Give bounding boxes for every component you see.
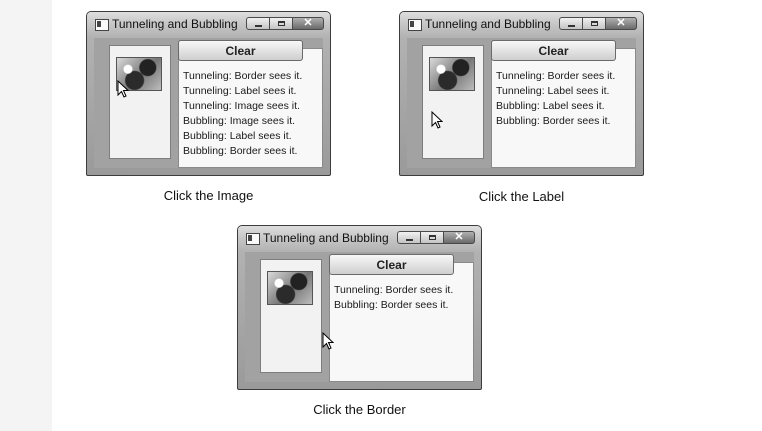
- clear-button[interactable]: Clear: [491, 40, 616, 61]
- mouse-pointer-icon: [431, 111, 443, 129]
- window-controls: ✕: [559, 17, 637, 31]
- close-button[interactable]: ✕: [605, 17, 637, 30]
- caption-click-border: Click the Border: [313, 402, 406, 417]
- minimize-button[interactable]: [246, 17, 270, 30]
- maximize-button[interactable]: [420, 231, 444, 244]
- minimize-icon: [568, 25, 575, 27]
- event-log: Tunneling: Border sees it. Tunneling: La…: [496, 69, 615, 129]
- event-log: Tunneling: Border sees it. Bubbling: Bor…: [334, 283, 453, 313]
- cat-image[interactable]: [429, 57, 475, 91]
- maximize-button[interactable]: [582, 17, 606, 30]
- mouse-pointer-icon: [117, 80, 129, 98]
- log-item: Tunneling: Image sees it.: [183, 100, 300, 112]
- log-item: Tunneling: Label sees it.: [496, 85, 610, 97]
- border-element[interactable]: [422, 45, 484, 159]
- clear-button[interactable]: Clear: [329, 254, 454, 275]
- event-log: Tunneling: Border sees it. Tunneling: La…: [183, 69, 302, 159]
- minimize-icon: [406, 239, 413, 241]
- caption-click-image: Click the Image: [163, 188, 254, 203]
- window-click-label: Tunneling and Bubbling ✕ Tunneling: Bord…: [399, 11, 644, 176]
- window-client: Tunneling: Border sees it. Tunneling: La…: [407, 38, 636, 168]
- app-icon[interactable]: [408, 19, 422, 31]
- log-item: Bubbling: Image sees it.: [183, 115, 296, 127]
- label-element[interactable]: Tunneling: Border sees it. Tunneling: La…: [491, 48, 636, 168]
- border-element[interactable]: [109, 45, 171, 159]
- window-client: Tunneling: Border sees it. Bubbling: Bor…: [245, 252, 474, 382]
- window-title: Tunneling and Bubbling: [112, 17, 238, 31]
- clear-button[interactable]: Clear: [178, 40, 303, 61]
- minimize-button[interactable]: [397, 231, 421, 244]
- close-icon: ✕: [303, 17, 313, 29]
- window-click-border: Tunneling and Bubbling ✕ Tunneling: Bord…: [237, 225, 482, 390]
- mouse-pointer-icon: [322, 332, 334, 350]
- label-element[interactable]: Tunneling: Border sees it. Bubbling: Bor…: [329, 262, 474, 382]
- minimize-button[interactable]: [559, 17, 583, 30]
- border-element[interactable]: [260, 259, 322, 373]
- window-controls: ✕: [246, 17, 324, 31]
- cat-image[interactable]: [267, 271, 313, 305]
- close-button[interactable]: ✕: [292, 17, 324, 30]
- close-icon: ✕: [616, 17, 626, 29]
- window-client: Tunneling: Border sees it. Tunneling: La…: [94, 38, 323, 168]
- log-item: Bubbling: Border sees it.: [334, 299, 449, 311]
- log-item: Bubbling: Label sees it.: [496, 100, 605, 112]
- caption-click-label: Click the Label: [478, 189, 565, 204]
- app-icon[interactable]: [246, 233, 260, 245]
- log-item: Tunneling: Border sees it.: [334, 284, 454, 296]
- log-item: Tunneling: Border sees it.: [496, 70, 616, 82]
- maximize-icon: [278, 21, 285, 26]
- log-item: Bubbling: Border sees it.: [496, 115, 611, 127]
- minimize-icon: [255, 25, 262, 27]
- page-margin: [0, 0, 52, 431]
- label-element[interactable]: Tunneling: Border sees it. Tunneling: La…: [178, 48, 323, 168]
- log-item: Tunneling: Border sees it.: [183, 70, 303, 82]
- window-title: Tunneling and Bubbling: [263, 231, 389, 245]
- window-controls: ✕: [397, 231, 475, 245]
- log-item: Tunneling: Label sees it.: [183, 85, 297, 97]
- app-icon[interactable]: [95, 19, 109, 31]
- title-bar[interactable]: Tunneling and Bubbling ✕: [400, 12, 643, 38]
- maximize-icon: [591, 21, 598, 26]
- title-bar[interactable]: Tunneling and Bubbling ✕: [87, 12, 330, 38]
- close-button[interactable]: ✕: [443, 231, 475, 244]
- log-item: Bubbling: Border sees it.: [183, 145, 298, 157]
- title-bar[interactable]: Tunneling and Bubbling ✕: [238, 226, 481, 252]
- close-icon: ✕: [454, 231, 464, 243]
- maximize-button[interactable]: [269, 17, 293, 30]
- window-click-image: Tunneling and Bubbling ✕ Tunneling: Bord…: [86, 11, 331, 176]
- window-title: Tunneling and Bubbling: [425, 17, 551, 31]
- log-item: Bubbling: Label sees it.: [183, 130, 292, 142]
- maximize-icon: [429, 235, 436, 240]
